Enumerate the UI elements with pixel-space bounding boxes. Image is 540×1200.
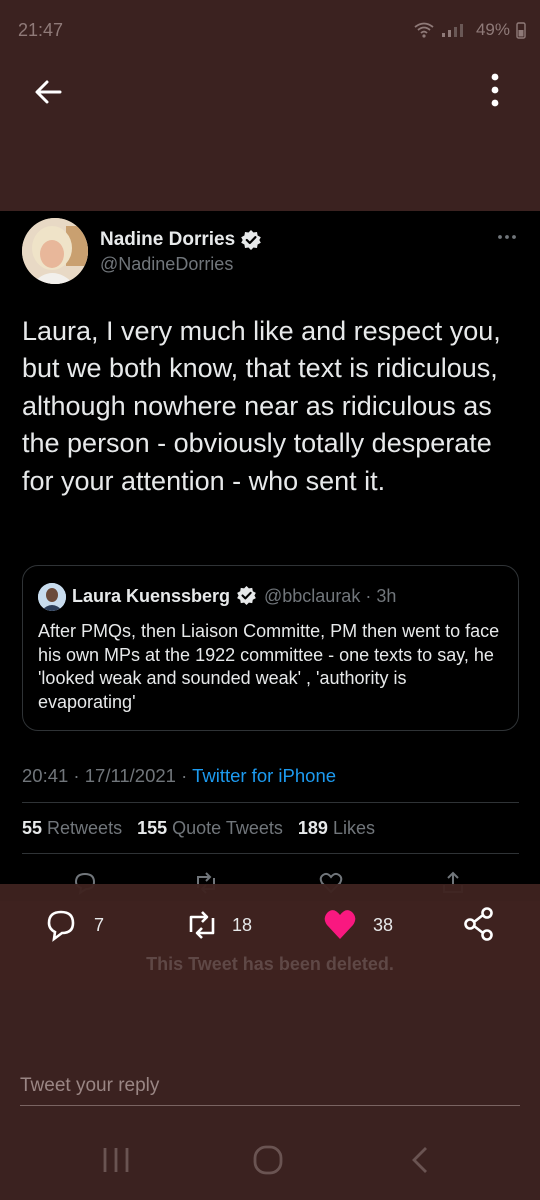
verified-badge-icon	[236, 585, 257, 606]
signal-icon	[441, 24, 463, 37]
heart-icon[interactable]	[322, 906, 358, 942]
back-arrow-icon	[35, 80, 62, 104]
battery-icon	[516, 22, 526, 39]
kebab-menu-icon	[491, 73, 499, 107]
verified-badge-icon	[240, 229, 262, 251]
tweet-more-button[interactable]	[496, 230, 518, 244]
retweet-count: 18	[232, 915, 253, 935]
quoted-author-avatar	[38, 583, 66, 611]
quoted-tweet-text: After PMQs, then Liaison Committe, PM th…	[38, 621, 500, 712]
deleted-tweet-notice: This Tweet has been deleted.	[146, 954, 394, 974]
recent-apps-button[interactable]	[96, 1142, 136, 1178]
tweet-text: Laura, I very much like and respect you,…	[22, 316, 501, 496]
share-icon[interactable]	[462, 906, 496, 942]
wifi-icon	[414, 22, 434, 38]
system-back-button[interactable]	[400, 1142, 440, 1178]
tweet-source-link[interactable]: Twitter for iPhone	[192, 765, 336, 786]
reply-icon[interactable]	[44, 908, 78, 942]
retweets-stat[interactable]: 55 Retweets	[22, 818, 122, 838]
tweet-timestamp-line: 20:41 · 17/11/2021 · Twitter for iPhone	[22, 765, 336, 787]
home-icon	[253, 1145, 283, 1175]
avatar-photo	[22, 218, 88, 284]
divider	[22, 853, 519, 854]
quoted-author-name: Laura Kuenssberg	[72, 586, 231, 606]
tweet-timestamp: 20:41 · 17/11/2021 ·	[22, 765, 193, 786]
quoted-author-handle: @bbclaurak · 3h	[264, 586, 397, 606]
chevron-left-icon	[412, 1147, 427, 1173]
like-count: 38	[373, 915, 394, 935]
battery-percent: 49%	[475, 20, 510, 39]
status-indicators: 49%	[414, 20, 526, 40]
reply-count: 7	[94, 915, 105, 935]
likes-stat[interactable]: 189 Likes	[298, 818, 375, 838]
reply-input[interactable]	[20, 1066, 520, 1106]
more-horizontal-icon	[498, 235, 516, 239]
more-options-button[interactable]	[480, 72, 510, 110]
author-name[interactable]: Nadine Dorries	[100, 229, 235, 251]
quote-tweets-stat[interactable]: 155 Quote Tweets	[137, 818, 283, 838]
retweet-icon[interactable]	[184, 908, 220, 942]
status-time: 21:47	[18, 20, 64, 40]
author-avatar[interactable]	[22, 218, 88, 284]
tweet-stats: 55 Retweets 155 Quote Tweets 189 Likes	[22, 818, 375, 839]
home-button[interactable]	[248, 1142, 288, 1178]
author-handle[interactable]: @NadineDorries	[100, 254, 233, 275]
recent-apps-icon	[103, 1148, 129, 1172]
divider	[22, 802, 519, 803]
back-button[interactable]	[30, 74, 66, 110]
